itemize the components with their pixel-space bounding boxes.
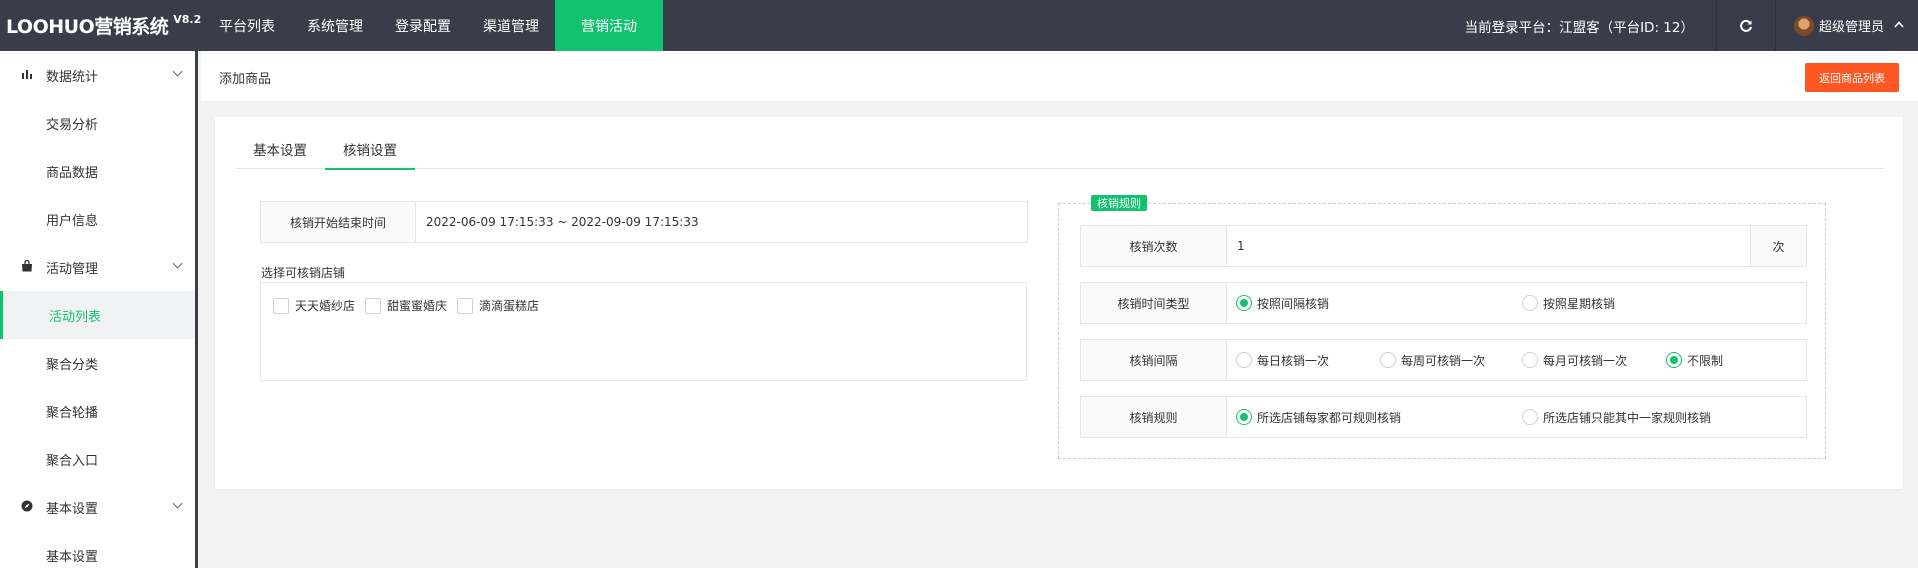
- app-logo[interactable]: LOOHUO营销系统 V8.2: [0, 0, 201, 51]
- verify-interval-row: 核销间隔 每日核销一次 每周可核销一次 每月可核销一次 不限制: [1080, 339, 1807, 381]
- chevron-down-icon: [172, 66, 183, 77]
- verify-time-type-options: 按照间隔核销 按照星期核销: [1227, 283, 1806, 323]
- sidebar-group-label: 活动管理: [46, 261, 99, 277]
- radio-single-store[interactable]: 所选店铺只能其中一家规则核销: [1522, 397, 1711, 437]
- tab-basic-settings[interactable]: 基本设置: [235, 129, 325, 169]
- radio-every-store[interactable]: 所选店铺每家都可规则核销: [1236, 397, 1401, 437]
- avatar: [1793, 15, 1814, 36]
- radio-dot[interactable]: [1522, 295, 1538, 311]
- verify-rule-options: 所选店铺每家都可规则核销 所选店铺只能其中一家规则核销: [1227, 397, 1806, 437]
- topnav-system-management[interactable]: 系统管理: [291, 0, 379, 51]
- sidebar-item-basic-settings[interactable]: 基本设置: [0, 531, 195, 568]
- store-name: 天天婚纱店: [295, 299, 356, 313]
- sidebar-item-user-info[interactable]: 用户信息: [0, 195, 195, 243]
- radio-dot[interactable]: [1666, 352, 1682, 368]
- app-name: LOOHUO营销系统: [6, 16, 169, 38]
- radio-dot[interactable]: [1522, 409, 1538, 425]
- checkbox[interactable]: [365, 297, 382, 314]
- radio-label: 每日核销一次: [1257, 353, 1330, 368]
- bar-chart-icon: [20, 68, 34, 83]
- sidebar-item-aggregate-carousel[interactable]: 聚合轮播: [0, 387, 195, 435]
- page-header: 添加商品 返回商品列表: [201, 51, 1918, 101]
- verify-time-row: 核销开始结束时间 2022-06-09 17:15:33 ~ 2022-09-0…: [260, 201, 1028, 243]
- radio-label: 所选店铺只能其中一家规则核销: [1543, 410, 1712, 425]
- store-checkbox-list: 天天婚纱店 甜蜜蜜婚庆 滴滴蛋糕店: [273, 297, 549, 314]
- topnav-platform-list[interactable]: 平台列表: [197, 0, 291, 51]
- radio-label: 每月可核销一次: [1543, 353, 1628, 368]
- verify-interval-options: 每日核销一次 每周可核销一次 每月可核销一次 不限制: [1227, 340, 1806, 380]
- verify-time-type-label: 核销时间类型: [1081, 283, 1227, 323]
- radio-label: 所选店铺每家都可规则核销: [1257, 410, 1402, 425]
- caret-up-icon: [1894, 20, 1904, 31]
- chevron-down-icon: [172, 258, 183, 269]
- radio-label: 不限制: [1687, 353, 1724, 368]
- sidebar-group-label: 数据统计: [46, 69, 99, 85]
- store-checkbox-1[interactable]: 天天婚纱店: [273, 297, 355, 314]
- sidebar: 数据统计 交易分析 商品数据 用户信息 活动管理 活动列表 聚合分类 聚合轮播 …: [0, 51, 198, 568]
- store-select-caption: 选择可核销店铺: [261, 266, 346, 280]
- store-checkbox-3[interactable]: 滴滴蛋糕店: [457, 297, 539, 314]
- sidebar-group-activity[interactable]: 活动管理: [0, 243, 195, 291]
- store-checkbox-2[interactable]: 甜蜜蜜婚庆: [365, 297, 447, 314]
- store-select-box: 天天婚纱店 甜蜜蜜婚庆 滴滴蛋糕店: [260, 282, 1027, 381]
- bag-icon: [20, 259, 34, 275]
- sidebar-item-product-data[interactable]: 商品数据: [0, 147, 195, 195]
- chevron-down-icon: [172, 498, 183, 509]
- radio-by-weekday[interactable]: 按照星期核销: [1522, 283, 1615, 323]
- sidebar-item-aggregate-category[interactable]: 聚合分类: [0, 339, 195, 387]
- topnav-channel-management[interactable]: 渠道管理: [467, 0, 555, 51]
- radio-dot[interactable]: [1380, 352, 1396, 368]
- tab-verification-settings[interactable]: 核销设置: [325, 129, 415, 170]
- radio-unlimited[interactable]: 不限制: [1666, 340, 1723, 380]
- radio-once-per-month[interactable]: 每月可核销一次: [1522, 340, 1627, 380]
- current-platform-text: 当前登录平台：江盟客（平台ID: 12）: [1464, 19, 1694, 36]
- radio-dot[interactable]: [1522, 352, 1538, 368]
- radio-label: 按照星期核销: [1543, 296, 1616, 311]
- radio-dot[interactable]: [1236, 295, 1252, 311]
- top-nav: 平台列表 系统管理 登录配置 渠道管理 营销活动: [197, 0, 663, 51]
- sidebar-group-data-stats[interactable]: 数据统计: [0, 51, 195, 99]
- header-right: 当前登录平台：江盟客（平台ID: 12） 超级管理员: [1465, 0, 1918, 51]
- user-name: 超级管理员: [1818, 20, 1884, 35]
- radio-by-interval[interactable]: 按照间隔核销: [1236, 283, 1329, 323]
- verification-rules-legend: 核销规则: [1091, 195, 1147, 211]
- checkbox[interactable]: [273, 297, 289, 314]
- topnav-marketing[interactable]: 营销活动: [555, 0, 663, 51]
- verify-time-input[interactable]: 2022-06-09 17:15:33 ~ 2022-09-09 17:15:3…: [416, 202, 1027, 242]
- verify-interval-label: 核销间隔: [1081, 340, 1227, 380]
- verify-count-input[interactable]: 1: [1227, 226, 1806, 266]
- back-to-product-list-button[interactable]: 返回商品列表: [1805, 63, 1899, 92]
- compass-icon: [20, 500, 34, 515]
- page-title: 添加商品: [219, 72, 272, 87]
- tab-bar: 基本设置 核销设置: [235, 129, 1885, 170]
- radio-once-per-day[interactable]: 每日核销一次: [1236, 340, 1329, 380]
- verify-time-type-row: 核销时间类型 按照间隔核销 按照星期核销: [1080, 282, 1807, 324]
- checkbox[interactable]: [457, 297, 474, 314]
- radio-label: 每周可核销一次: [1401, 353, 1486, 368]
- store-name: 甜蜜蜜婚庆: [387, 299, 448, 313]
- verify-count-suffix: 次: [1750, 226, 1806, 266]
- sidebar-item-aggregate-entry[interactable]: 聚合入口: [0, 435, 195, 483]
- radio-once-per-week[interactable]: 每周可核销一次: [1380, 340, 1485, 380]
- verify-count-row: 核销次数 1 次: [1080, 225, 1807, 267]
- sidebar-item-activity-list[interactable]: 活动列表: [0, 291, 195, 339]
- top-bar: LOOHUO营销系统 V8.2 平台列表 系统管理 登录配置 渠道管理 营销活动…: [0, 0, 1918, 51]
- user-menu[interactable]: 超级管理员: [1776, 0, 1918, 51]
- topnav-login-config[interactable]: 登录配置: [379, 0, 467, 51]
- store-name: 滴滴蛋糕店: [479, 299, 540, 313]
- verify-rule-row: 核销规则 所选店铺每家都可规则核销 所选店铺只能其中一家规则核销: [1080, 396, 1807, 438]
- verify-rule-label: 核销规则: [1081, 397, 1227, 437]
- sidebar-group-basic-settings[interactable]: 基本设置: [0, 483, 195, 531]
- verify-count-label: 核销次数: [1081, 226, 1227, 266]
- radio-dot[interactable]: [1236, 409, 1252, 425]
- radio-dot[interactable]: [1236, 352, 1252, 368]
- refresh-icon[interactable]: [1717, 0, 1775, 51]
- sidebar-item-trade-analysis[interactable]: 交易分析: [0, 99, 195, 147]
- sidebar-group-label: 基本设置: [46, 501, 99, 517]
- verify-time-label: 核销开始结束时间: [261, 202, 416, 242]
- radio-label: 按照间隔核销: [1257, 296, 1330, 311]
